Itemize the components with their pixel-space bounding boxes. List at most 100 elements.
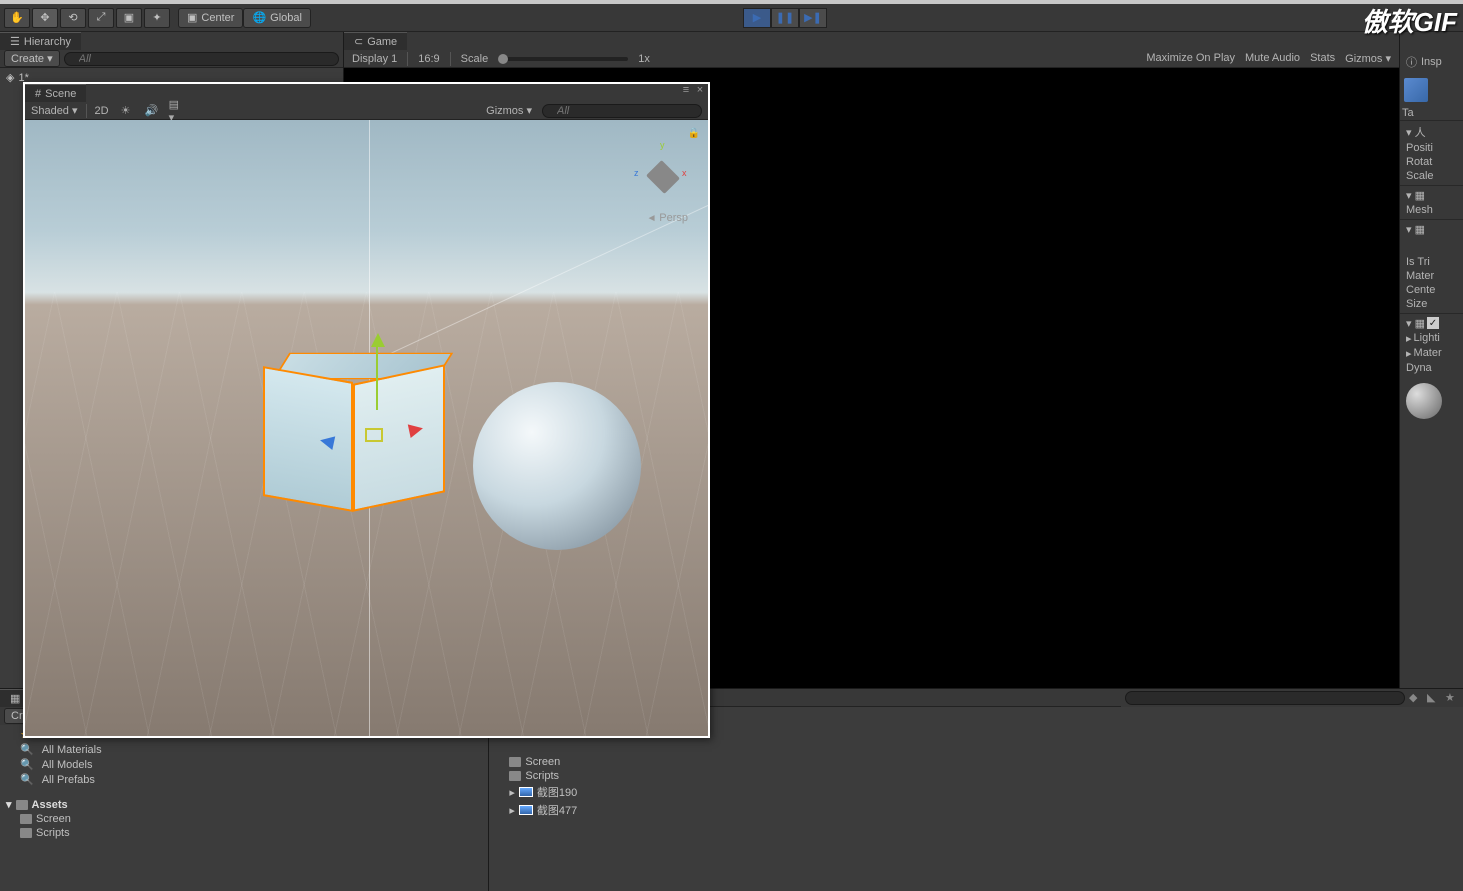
transform-tool[interactable]: ✦ xyxy=(144,8,170,28)
move-gizmo-y-axis[interactable] xyxy=(376,340,378,410)
istrigger-row[interactable]: Is Tri xyxy=(1404,255,1459,269)
hierarchy-create-button[interactable]: Create ▾ xyxy=(4,50,60,67)
scene-search-input[interactable] xyxy=(542,104,702,118)
folder-icon xyxy=(20,828,32,838)
asset-folder-scripts[interactable]: Scripts xyxy=(491,769,1119,783)
materials-row[interactable]: ▸ Mater xyxy=(1404,346,1459,361)
maximize-toggle[interactable]: Maximize On Play xyxy=(1146,52,1235,65)
gizmo-z-label: z xyxy=(634,168,639,178)
menu-component[interactable]: Component xyxy=(195,0,252,4)
material-row[interactable]: Mater xyxy=(1404,269,1459,283)
info-icon: ⓘ xyxy=(1406,54,1417,70)
scene-tab[interactable]: # Scene xyxy=(25,84,86,102)
shading-dropdown[interactable]: Shaded ▾ xyxy=(31,104,78,117)
favorite-icon[interactable]: ★ xyxy=(1445,691,1459,705)
search-icon: 🔍 xyxy=(20,743,34,756)
lighting-row[interactable]: ▸ Lighti xyxy=(1404,331,1459,346)
label-icon[interactable]: ◣ xyxy=(1427,691,1441,705)
material-preview[interactable] xyxy=(1406,383,1442,419)
asset-image-1[interactable]: ▸ 截图190 xyxy=(491,783,1119,801)
step-button[interactable]: ▶❚ xyxy=(799,8,827,28)
dropdown-icon: ▾ xyxy=(47,53,53,65)
asset-image-2[interactable]: ▸ 截图477 xyxy=(491,801,1119,819)
transform-header[interactable]: ▾ 人 xyxy=(1404,123,1459,141)
folder-scripts[interactable]: Scripts xyxy=(2,826,486,840)
menu-edit[interactable]: Edit xyxy=(40,0,59,4)
folder-screen[interactable]: Screen xyxy=(2,812,486,826)
fav-all-prefabs[interactable]: 🔍All Prefabs xyxy=(2,772,486,787)
perspective-label[interactable]: ◄ Persp xyxy=(647,212,688,224)
gizmo-y-label: y xyxy=(660,140,665,150)
fav-all-materials[interactable]: 🔍All Materials xyxy=(2,742,486,757)
center-row[interactable]: Cente xyxy=(1404,283,1459,297)
fav-all-models[interactable]: 🔍All Models xyxy=(2,757,486,772)
collider-header[interactable]: ▾ ▦ xyxy=(1404,222,1459,237)
orientation-gizmo[interactable]: y x z xyxy=(628,138,698,208)
search-icon: 🔍 xyxy=(20,758,34,771)
window-menu-icon[interactable]: ≡ xyxy=(680,84,692,96)
window-close-icon[interactable]: × xyxy=(694,84,706,96)
inspector-title: Insp xyxy=(1421,56,1442,68)
renderer-header[interactable]: ▾ ▦ ✓ xyxy=(1404,316,1459,331)
meshfilter-header[interactable]: ▾ ▦ xyxy=(1404,188,1459,203)
inspector-panel: ⓘ Insp Ta ▾ 人 Positi Rotat Scale ▾ ▦ Mes… xyxy=(1399,32,1463,688)
scale-row[interactable]: Scale xyxy=(1404,169,1459,183)
scene-window[interactable]: # Scene ≡ × Shaded ▾ 2D ☀ 🔊 ▤ ▾ Gizmos ▾ xyxy=(23,82,710,738)
mute-toggle[interactable]: Mute Audio xyxy=(1245,52,1300,65)
scale-value: 1x xyxy=(638,53,650,65)
watermark-text: 傲软GIF xyxy=(1362,2,1457,39)
menu-window[interactable]: Window xyxy=(266,0,305,4)
pause-button[interactable]: ❚❚ xyxy=(771,8,799,28)
game-tab[interactable]: ⊂ Game xyxy=(344,32,407,50)
cube-object-selected[interactable] xyxy=(277,352,447,508)
scene-icon: # xyxy=(35,88,41,100)
dynamic-row[interactable]: Dyna xyxy=(1404,361,1459,375)
assets-root[interactable]: ▾ Assets xyxy=(2,797,486,812)
2d-toggle[interactable]: 2D xyxy=(95,105,109,117)
aspect-dropdown[interactable]: 16:9 xyxy=(418,53,439,65)
sphere-object[interactable] xyxy=(473,382,641,550)
mesh-row[interactable]: Mesh xyxy=(1404,203,1459,217)
menu-help[interactable]: Help xyxy=(319,0,342,4)
scale-tool[interactable]: ⤢ xyxy=(88,8,114,28)
gizmos-dropdown[interactable]: Gizmos ▾ xyxy=(1345,52,1391,65)
play-button[interactable]: ▶ xyxy=(743,8,771,28)
inspector-tab[interactable]: ⓘ Insp xyxy=(1400,50,1463,74)
tag-row[interactable]: Ta xyxy=(1400,106,1463,120)
hierarchy-search-input[interactable] xyxy=(64,52,339,66)
unity-icon: ◈ xyxy=(6,71,14,84)
scene-gizmos-dropdown[interactable]: Gizmos ▾ xyxy=(486,104,532,117)
gameobject-icon[interactable] xyxy=(1404,78,1428,102)
move-gizmo-y-arrow-icon[interactable] xyxy=(371,326,385,347)
size-row[interactable]: Size xyxy=(1404,297,1459,311)
hierarchy-icon: ☰ xyxy=(10,35,20,48)
move-gizmo-center[interactable] xyxy=(365,428,383,442)
stats-toggle[interactable]: Stats xyxy=(1310,52,1335,65)
folder-icon xyxy=(20,814,32,824)
fx-dropdown-icon[interactable]: ▤ ▾ xyxy=(169,104,187,118)
rotation-row[interactable]: Rotat xyxy=(1404,155,1459,169)
project-grid[interactable] xyxy=(1121,707,1463,891)
search-icon: 🔍 xyxy=(20,773,34,786)
display-dropdown[interactable]: Display 1 xyxy=(352,53,397,65)
asset-folder-screen[interactable]: Screen xyxy=(491,755,1119,769)
position-row[interactable]: Positi xyxy=(1404,141,1459,155)
hierarchy-tab[interactable]: ☰ Hierarchy xyxy=(0,32,81,50)
move-tool[interactable]: ✥ xyxy=(32,8,58,28)
renderer-checkbox[interactable]: ✓ xyxy=(1427,317,1439,329)
scale-slider[interactable] xyxy=(498,57,628,61)
scene-tab-label: Scene xyxy=(45,88,76,100)
menu-file[interactable]: File xyxy=(8,0,26,4)
menu-assets[interactable]: Assets xyxy=(73,0,106,4)
rect-tool[interactable]: ▣ xyxy=(116,8,142,28)
filter-icon[interactable]: ◆ xyxy=(1409,691,1423,705)
pivot-toggle[interactable]: ▣ Center xyxy=(178,8,243,28)
hand-tool[interactable]: ✋ xyxy=(4,8,30,28)
audio-toggle-icon[interactable]: 🔊 xyxy=(143,104,161,118)
light-toggle-icon[interactable]: ☀ xyxy=(117,104,135,118)
menu-gameobject[interactable]: GameObject xyxy=(120,0,182,4)
scene-viewport[interactable]: 🔒 y x z ◄ Persp xyxy=(25,120,708,736)
project-search-input[interactable] xyxy=(1125,691,1405,705)
rotate-tool[interactable]: ⟲ xyxy=(60,8,86,28)
space-toggle[interactable]: 🌐 Global xyxy=(243,8,311,28)
